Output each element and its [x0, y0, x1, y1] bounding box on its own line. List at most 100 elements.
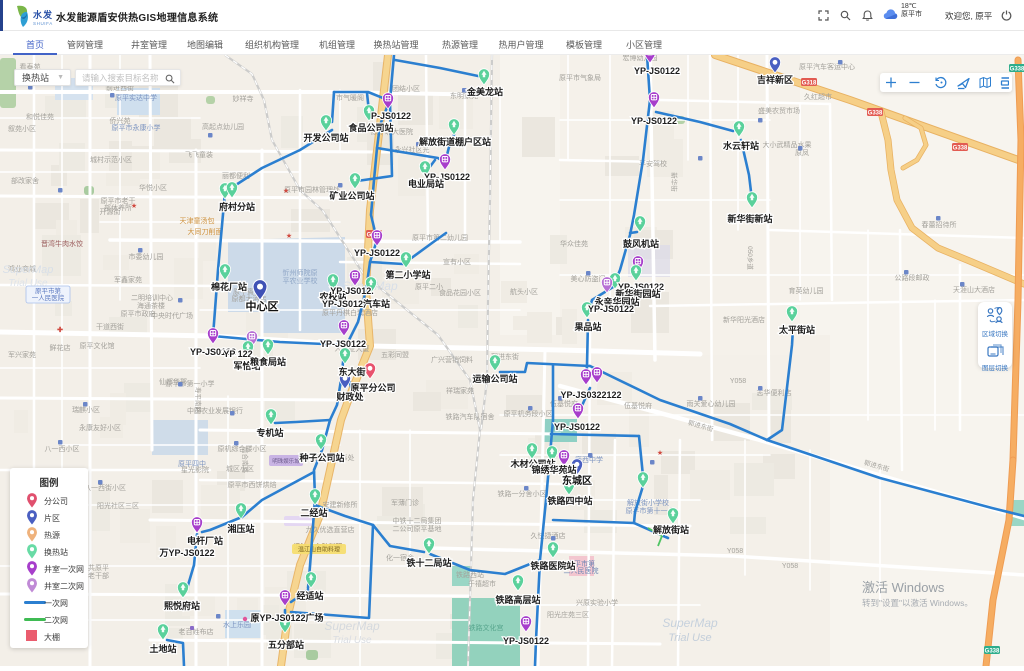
svg-text:原平市西饼烘焙: 原平市西饼烘焙	[228, 480, 277, 489]
svg-text:G338: G338	[985, 648, 1000, 654]
svg-text:新华街新站: 新华街新站	[727, 213, 772, 224]
svg-text:原平二小: 原平二小	[415, 282, 443, 291]
svg-text:G338: G338	[953, 145, 968, 151]
svg-text:P-JS0122: P-JS0122	[371, 111, 411, 121]
svg-text:矿业公司站: 矿业公司站	[329, 190, 374, 201]
svg-text:军兴家苑: 军兴家苑	[8, 350, 36, 359]
svg-text:八一西小区: 八一西小区	[45, 444, 80, 453]
svg-text:太平街站: 太平街站	[778, 324, 815, 335]
svg-text:天涯山大酒店: 天涯山大酒店	[953, 285, 995, 294]
svg-text:侨兴苑: 侨兴苑	[110, 116, 131, 125]
svg-text:湘压站: 湘压站	[227, 523, 254, 534]
svg-text:原平文化馆: 原平文化馆	[80, 341, 115, 350]
svg-text:大小武精品水果: 大小武精品水果	[763, 140, 812, 149]
svg-text:春蕾招待所: 春蕾招待所	[922, 220, 957, 229]
svg-text:二明培训中心: 二明培训中心	[131, 293, 173, 302]
svg-text:府村分站: 府村分站	[219, 201, 255, 212]
svg-text:二经站: 二经站	[300, 507, 327, 518]
svg-text:星光影院: 星光影院	[181, 465, 209, 474]
svg-text:吉祥新区: 吉祥新区	[757, 74, 793, 85]
svg-text:原平汽车客运中心: 原平汽车客运中心	[799, 62, 855, 71]
svg-text:飞飞童装: 飞飞童装	[185, 150, 213, 159]
svg-text:SuperMap: SuperMap	[3, 264, 54, 276]
svg-text:原平丹棋白鹭酒店: 原平丹棋白鹭酒店	[322, 308, 378, 317]
svg-text:忻州师院原: 忻州师院原	[283, 268, 318, 277]
svg-text:专机站: 专机站	[256, 427, 283, 438]
svg-text:原平机务段小区: 原平机务段小区	[504, 409, 553, 418]
svg-text:Trial Use: Trial Use	[8, 278, 48, 289]
svg-text:YP-JS0122: YP-JS0122	[503, 636, 549, 646]
svg-text:原平实达中学: 原平实达中学	[115, 93, 157, 102]
svg-text:广兴营销饲料: 广兴营销饲料	[431, 355, 473, 364]
svg-text:经适站: 经适站	[296, 590, 323, 601]
svg-text:华悦小区: 华悦小区	[139, 183, 167, 192]
svg-text:铁路高层站: 铁路高层站	[495, 594, 540, 605]
svg-text:解放街站: 解放街站	[653, 524, 689, 535]
svg-text:兴原实验小学: 兴原实验小学	[576, 598, 618, 607]
svg-text:中铁十二局集团: 中铁十二局集团	[393, 516, 442, 525]
svg-text:电杆厂站: 电杆厂站	[187, 535, 223, 546]
svg-text:鲜花店: 鲜花店	[50, 343, 71, 352]
svg-text:YP-JS012.: YP-JS012.	[330, 286, 374, 296]
svg-text:✚: ✚	[57, 326, 63, 334]
svg-text:运输公司站: 运输公司站	[472, 373, 517, 384]
svg-text:棉花厂站: 棉花厂站	[211, 281, 247, 292]
svg-text:宣有小区: 宣有小区	[443, 257, 471, 266]
svg-text:YP-JS0122: YP-JS0122	[354, 248, 400, 258]
svg-text:阳光庄苑三区: 阳光庄苑三区	[547, 610, 589, 619]
svg-text:铁路医院站: 铁路医院站	[530, 560, 575, 571]
svg-text:伍基悦府: 伍基悦府	[624, 401, 652, 410]
svg-text:新华街: 新华街	[670, 172, 679, 192]
svg-text:市委幼儿园: 市委幼儿园	[129, 252, 164, 261]
svg-text:YP-JS0122: YP-JS0122	[588, 304, 634, 314]
svg-text:解放街小学校: 解放街小学校	[627, 498, 669, 507]
svg-text:原YP-JS0122广场: 原YP-JS0122广场	[250, 612, 323, 623]
svg-text:中心区: 中心区	[246, 299, 279, 313]
svg-text:军鑫家苑: 军鑫家苑	[114, 275, 142, 284]
svg-text:鼓风机站: 鼓风机站	[623, 238, 659, 249]
svg-text:平农业学校: 平农业学校	[283, 276, 318, 285]
svg-text:铁路四中站: 铁路四中站	[547, 495, 592, 506]
svg-text:天津童汤包: 天津童汤包	[180, 216, 215, 225]
svg-text:G318: G318	[802, 80, 817, 86]
svg-text:金美龙站: 金美龙站	[466, 86, 503, 97]
svg-text:熙悦府站: 熙悦府站	[164, 600, 200, 611]
svg-text:航头小区: 航头小区	[510, 287, 538, 296]
svg-text:明珠娱乐城: 明珠娱乐城	[272, 457, 300, 465]
svg-text:育英幼儿园: 育英幼儿园	[789, 286, 824, 295]
svg-text:Y058: Y058	[782, 563, 798, 570]
svg-text:第二小学站: 第二小学站	[385, 269, 430, 280]
svg-text:团结小区: 团结小区	[392, 84, 420, 93]
svg-text:妙祥寺: 妙祥寺	[233, 94, 254, 103]
svg-text:★: ★	[131, 202, 137, 210]
svg-text:一人民医院: 一人民医院	[32, 293, 65, 302]
svg-text:华众佳苑: 华众佳苑	[560, 239, 588, 248]
svg-text:久红超市: 久红超市	[804, 92, 832, 101]
svg-text:雨关爱心幼儿园: 雨关爱心幼儿园	[687, 399, 736, 408]
svg-text:安建新修所: 安建新修所	[323, 500, 358, 509]
svg-text:盛美农贸市场: 盛美农贸市场	[758, 106, 800, 115]
svg-text:铁路汽车队宿舍: 铁路汽车队宿舍	[446, 412, 495, 421]
svg-text:转到"设置"以激活 Windows。: 转到"设置"以激活 Windows。	[862, 598, 973, 608]
svg-text:YP-JS0322122: YP-JS0322122	[560, 390, 621, 400]
svg-text:晋湾牛肉水饺: 晋湾牛肉水饺	[41, 239, 83, 248]
svg-text:久快捷酒店: 久快捷酒店	[531, 531, 566, 540]
svg-text:和悦佳苑: 和悦佳苑	[26, 112, 54, 121]
svg-text:五分部站: 五分部站	[268, 639, 304, 650]
svg-text:城区小区: 城区小区	[226, 464, 254, 473]
svg-text:温江山自助料理: 温江山自助料理	[298, 546, 340, 554]
svg-text:东大街: 东大街	[338, 366, 365, 377]
svg-text:粮食局站: 粮食局站	[250, 356, 286, 367]
svg-text:G338: G338	[868, 110, 883, 116]
svg-text:仙都华郡: 仙都华郡	[159, 377, 187, 386]
svg-text:原平市气象局: 原平市气象局	[559, 73, 601, 82]
svg-text:开源街: 开源街	[100, 207, 121, 216]
svg-text:050乡道: 050乡道	[746, 246, 755, 270]
svg-text:新华阳光酒店: 新华阳光酒店	[723, 315, 765, 324]
svg-text:市气暖阁: 市气暖阁	[336, 93, 364, 102]
svg-text:公路段邮政: 公路段邮政	[895, 273, 930, 282]
svg-text:东城区: 东城区	[562, 474, 592, 487]
svg-text:种子公司站: 种子公司站	[298, 452, 344, 463]
svg-text:军薄门诊: 军薄门诊	[391, 498, 419, 507]
svg-text:Y058: Y058	[727, 548, 743, 555]
